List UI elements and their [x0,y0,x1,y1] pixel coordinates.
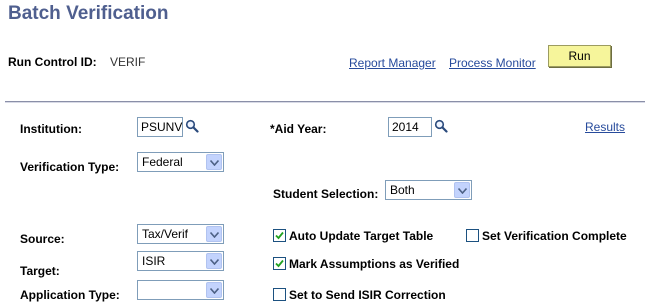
check-icon [275,231,284,240]
source-select[interactable]: Tax/Verif [137,224,224,244]
run-control-value: VERIF [110,55,146,69]
aid-year-input[interactable]: 2014 [388,117,432,137]
dropdown-arrow-icon[interactable] [206,226,222,242]
verification-type-select[interactable]: Federal [137,152,224,172]
verification-type-value: Federal [142,155,183,169]
send-isir-label: Set to Send ISIR Correction [289,288,446,302]
student-selection-value: Both [390,183,415,197]
report-manager-link[interactable]: Report Manager [349,56,436,70]
section-divider [5,101,645,103]
auto-update-checkbox[interactable] [273,229,286,242]
page-title: Batch Verification [8,3,169,24]
check-icon [275,259,284,268]
run-control-label: Run Control ID: [8,55,97,69]
dropdown-arrow-icon[interactable] [454,182,470,198]
auto-update-label: Auto Update Target Table [289,229,434,243]
dropdown-arrow-icon[interactable] [206,154,222,170]
aid-year-lookup-icon[interactable] [434,119,448,136]
target-value: ISIR [142,254,166,268]
dropdown-arrow-icon[interactable] [206,282,222,298]
set-verification-complete-checkbox[interactable] [466,229,479,242]
application-type-select[interactable] [137,280,224,300]
student-selection-label: Student Selection: [273,187,379,201]
dropdown-arrow-icon[interactable] [206,253,222,269]
student-selection-select[interactable]: Both [385,180,472,200]
source-label: Source: [20,232,65,246]
target-select[interactable]: ISIR [137,251,224,271]
source-value: Tax/Verif [142,227,189,241]
institution-input[interactable]: PSUNV [137,117,183,137]
mark-assumptions-checkbox[interactable] [273,257,286,270]
aid-year-label: *Aid Year: [270,122,327,136]
institution-label: Institution: [20,122,82,136]
target-label: Target: [20,264,60,278]
set-verification-complete-label: Set Verification Complete [482,229,627,243]
send-isir-checkbox[interactable] [273,288,286,301]
mark-assumptions-label: Mark Assumptions as Verified [289,257,460,271]
run-button[interactable]: Run [548,45,611,67]
institution-lookup-icon[interactable] [185,119,199,136]
results-link[interactable]: Results [585,120,625,134]
verification-type-label: Verification Type: [20,160,120,174]
application-type-label: Application Type: [20,288,120,302]
process-monitor-link[interactable]: Process Monitor [449,56,536,70]
